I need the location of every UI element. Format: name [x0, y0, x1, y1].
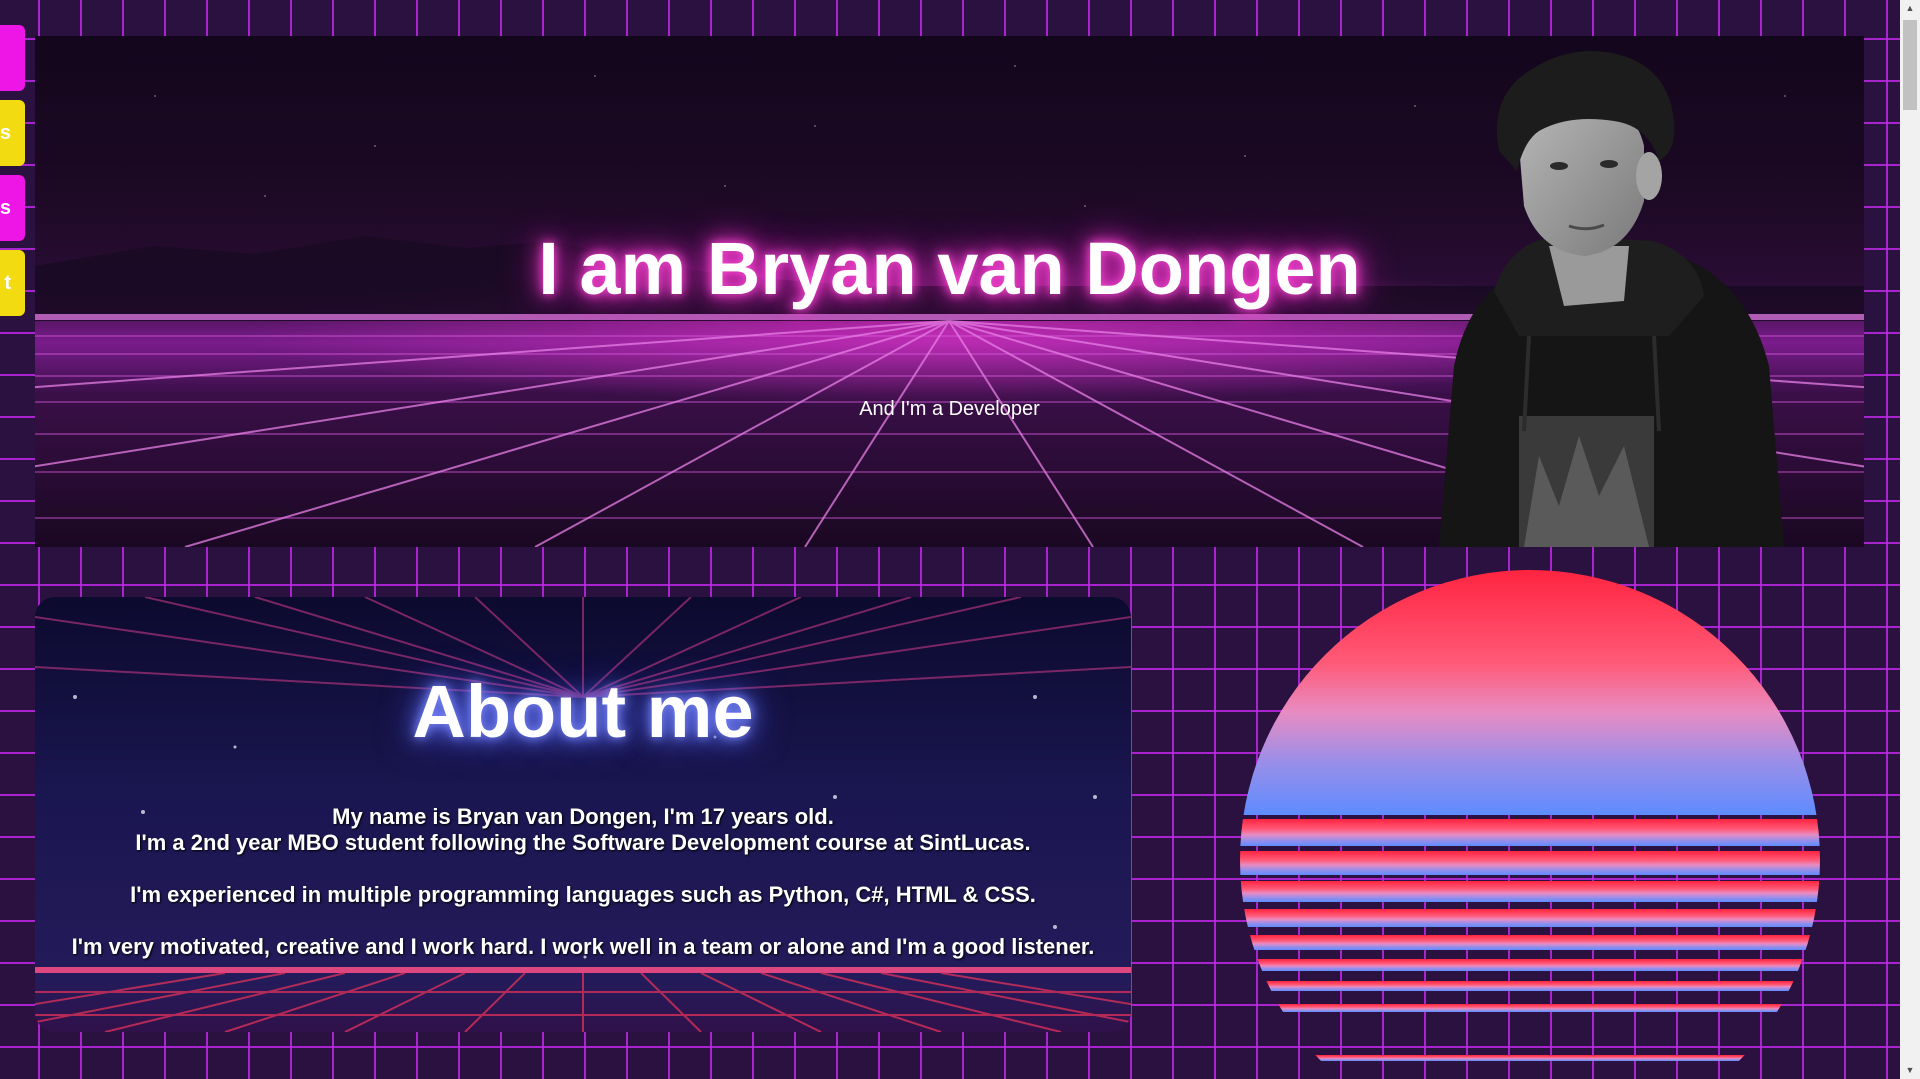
hero-title: I am Bryan van Dongen — [538, 227, 1361, 310]
scroll-up-arrow-icon[interactable]: ▲ — [1900, 0, 1920, 17]
hero-banner: I am Bryan van Dongen And I'm a Develope… — [35, 36, 1864, 547]
side-nav-tab-4[interactable]: t — [0, 250, 25, 316]
side-nav-tab-2[interactable]: s — [0, 100, 25, 166]
about-me-title: About me — [412, 670, 754, 753]
side-nav-tab-1[interactable] — [0, 25, 25, 91]
about-line-3: I'm experienced in multiple programming … — [130, 882, 1036, 907]
side-nav-tab-3-label: s — [0, 197, 11, 219]
about-line-2: I'm a 2nd year MBO student following the… — [135, 830, 1031, 855]
scroll-down-arrow-icon[interactable]: ▼ — [1900, 1062, 1920, 1079]
retro-sun-graphic — [1240, 570, 1820, 1061]
about-me-description: My name is Bryan van Dongen, I'm 17 year… — [35, 804, 1131, 960]
about-line-1: My name is Bryan van Dongen, I'm 17 year… — [332, 804, 834, 829]
about-line-4: I'm very motivated, creative and I work … — [71, 934, 1095, 959]
side-nav-tab-4-label: t — [4, 272, 11, 294]
hero-subtitle: And I'm a Developer — [859, 398, 1040, 420]
scrollbar-thumb[interactable] — [1903, 20, 1917, 110]
side-nav-tab-3[interactable]: s — [0, 175, 25, 241]
side-nav-tab-2-label: s — [0, 122, 11, 144]
page-scrollbar[interactable]: ▲ ▼ — [1900, 0, 1920, 1079]
side-navigation: s s t — [0, 25, 26, 325]
about-me-section: About me My name is Bryan van Dongen, I'… — [35, 597, 1131, 1032]
